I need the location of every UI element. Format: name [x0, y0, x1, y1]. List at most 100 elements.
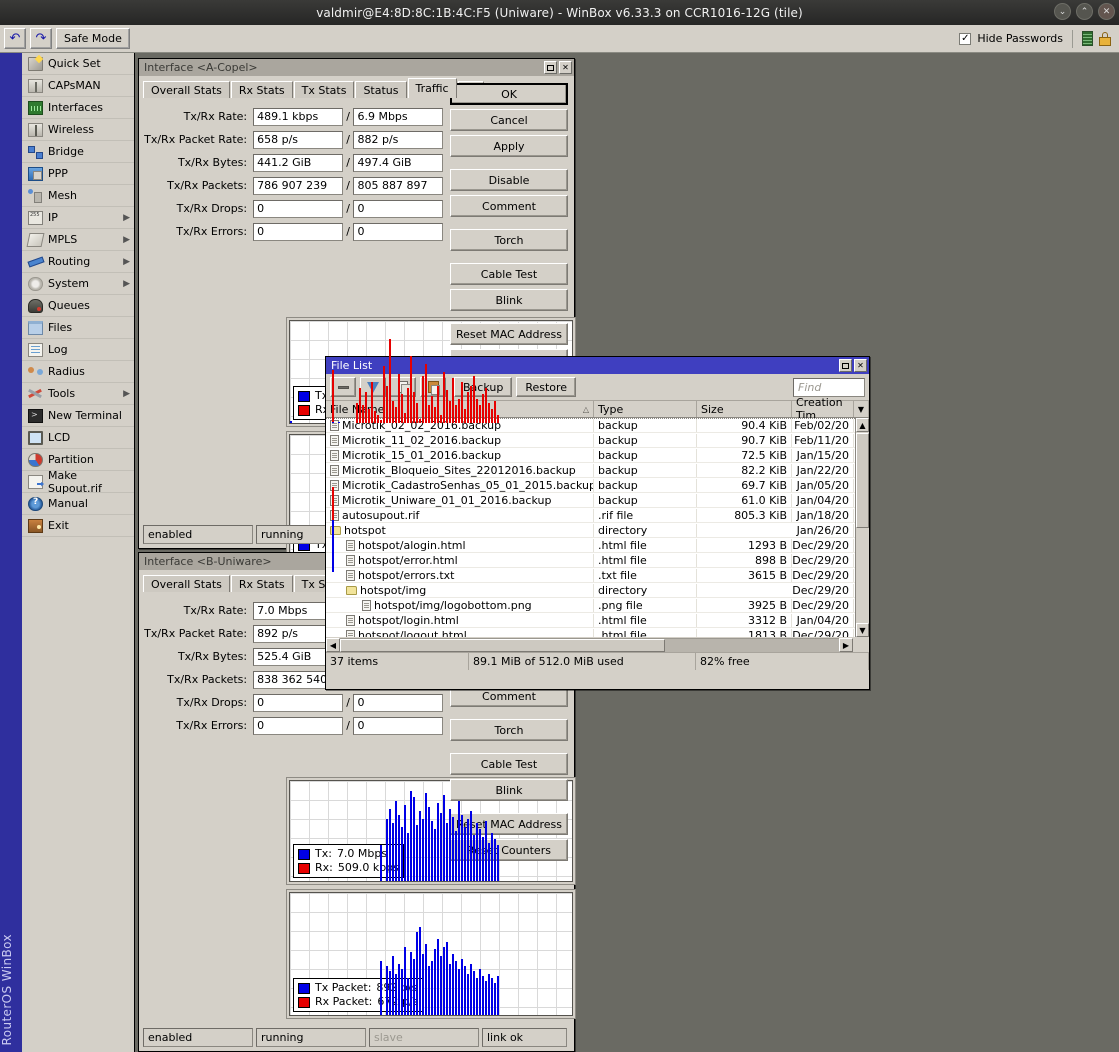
sidebar-item-interfaces[interactable]: Interfaces: [22, 97, 134, 119]
table-row[interactable]: hotspot/img/logobottom.png .png file 3925 …: [326, 598, 869, 613]
blink-button[interactable]: Blink: [450, 289, 568, 311]
apply-button[interactable]: Apply: [450, 135, 568, 157]
table-row[interactable]: Microtik_CadastroSenhas_05_01_2015.backu…: [326, 478, 869, 493]
scroll-thumb[interactable]: [856, 433, 869, 528]
sidebar-item-radius[interactable]: Radius: [22, 361, 134, 383]
field-tx-value[interactable]: 786 907 239: [253, 176, 343, 195]
column-header-creation-time[interactable]: Creation Tim: [792, 396, 854, 422]
column-header-size[interactable]: Size: [697, 401, 792, 417]
field-rx-value[interactable]: 0: [353, 222, 443, 241]
file-list-horizontal-scrollbar[interactable]: ◀ ▶: [326, 637, 869, 652]
field-rx-value[interactable]: 0: [353, 716, 443, 735]
field-tx-value[interactable]: 441.2 GiB: [253, 153, 343, 172]
field-tx-value[interactable]: 658 p/s: [253, 130, 343, 149]
comment-button[interactable]: Comment: [450, 195, 568, 217]
field-tx-value[interactable]: 0: [253, 693, 343, 712]
safe-mode-button[interactable]: Safe Mode: [56, 28, 130, 49]
table-row[interactable]: hotspot/error.html .html file 898 B Dec/29/…: [326, 553, 869, 568]
field-rx-value[interactable]: 0: [353, 199, 443, 218]
minimize-icon[interactable]: ⌄: [1054, 3, 1071, 20]
table-row[interactable]: Microtik_11_02_2016.backup backup 90.7 KiB…: [326, 433, 869, 448]
sidebar-item-wireless[interactable]: Wireless: [22, 119, 134, 141]
torch-button[interactable]: Torch: [450, 229, 568, 251]
field-tx-value[interactable]: 489.1 kbps: [253, 107, 343, 126]
close-icon[interactable]: ✕: [1098, 3, 1115, 20]
redo-button[interactable]: ↷: [30, 28, 52, 49]
interface-a-titlebar[interactable]: Interface <A-Copel> ✕: [139, 59, 574, 76]
sidebar-item-bridge[interactable]: Bridge: [22, 141, 134, 163]
reset-mac-address-button[interactable]: Reset MAC Address: [450, 323, 568, 345]
undo-button[interactable]: ↶: [4, 28, 26, 49]
field-rx-value[interactable]: 882 p/s: [353, 130, 443, 149]
sidebar-item-make-supout-rif[interactable]: Make Supout.rif: [22, 469, 134, 495]
field-tx-value[interactable]: 0: [253, 222, 343, 241]
file-list-vertical-scrollbar[interactable]: ▲ ▼: [855, 418, 869, 637]
table-row[interactable]: hotspot directory Jan/26/20: [326, 523, 869, 538]
field-tx-value[interactable]: 0: [253, 716, 343, 735]
scroll-up-icon[interactable]: ▲: [856, 418, 869, 432]
sidebar-item-queues[interactable]: Queues: [22, 295, 134, 317]
file-list-close-button[interactable]: ✕: [854, 359, 867, 372]
table-row[interactable]: Microtik_Uniware_01_01_2016.backup backup…: [326, 493, 869, 508]
scroll-right-icon[interactable]: ▶: [839, 638, 853, 652]
field-rx-value[interactable]: 805 887 897: [353, 176, 443, 195]
table-row[interactable]: hotspot/errors.txt .txt file 3615 B Dec/29/…: [326, 568, 869, 583]
hscroll-thumb[interactable]: [340, 639, 665, 652]
scroll-down-icon[interactable]: ▼: [856, 623, 869, 637]
cancel-button[interactable]: Cancel: [450, 109, 568, 131]
table-row[interactable]: hotspot/login.html .html file 3312 B Jan/04…: [326, 613, 869, 628]
sidebar-item-ip[interactable]: IP ▶: [22, 207, 134, 229]
tab-status[interactable]: Status: [355, 81, 407, 98]
tab-tx-stats[interactable]: Tx Stats: [293, 81, 355, 98]
sidebar-item-new-terminal[interactable]: New Terminal: [22, 405, 134, 427]
cable-test-button[interactable]: Cable Test: [450, 753, 568, 775]
field-rx-value[interactable]: 497.4 GiB: [353, 153, 443, 172]
disable-button[interactable]: Disable: [450, 169, 568, 191]
interface-a-restore-button[interactable]: [544, 61, 557, 74]
sidebar-item-exit[interactable]: Exit: [22, 515, 134, 537]
tab-overall-stats[interactable]: Overall Stats: [143, 575, 230, 592]
file-list-titlebar[interactable]: File List ✕: [326, 357, 869, 374]
tab-rx-stats[interactable]: Rx Stats: [230, 575, 293, 592]
hide-passwords-checkbox[interactable]: ✓: [959, 32, 972, 45]
table-row[interactable]: Microtik_15_01_2016.backup backup 72.5 KiB…: [326, 448, 869, 463]
column-options-icon[interactable]: ▼: [854, 401, 869, 417]
sidebar-item-quick-set[interactable]: Quick Set: [22, 53, 134, 75]
table-row[interactable]: hotspot/alogin.html .html file 1293 B Dec/2…: [326, 538, 869, 553]
tab-rx-stats[interactable]: Rx Stats: [230, 81, 293, 98]
sidebar-item-mpls[interactable]: MPLS ▶: [22, 229, 134, 251]
field-rx-value[interactable]: 0: [353, 693, 443, 712]
tab-traffic[interactable]: Traffic: [407, 78, 457, 98]
sidebar-item-log[interactable]: Log: [22, 339, 134, 361]
torch-button[interactable]: Torch: [450, 719, 568, 741]
hscroll-track[interactable]: [340, 638, 839, 652]
sidebar-item-routing[interactable]: Routing ▶: [22, 251, 134, 273]
blink-button[interactable]: Blink: [450, 779, 568, 801]
interface-a-close-button[interactable]: ✕: [559, 61, 572, 74]
restore-button[interactable]: Restore: [516, 377, 577, 397]
find-input[interactable]: Find: [793, 377, 865, 397]
sidebar-item-mesh[interactable]: Mesh: [22, 185, 134, 207]
sidebar-item-label: Log: [48, 343, 68, 356]
table-row[interactable]: hotspot/img directory Dec/29/20: [326, 583, 869, 598]
table-row[interactable]: autosupout.rif .rif file 805.3 KiB Jan/18/2…: [326, 508, 869, 523]
sidebar-item-tools[interactable]: Tools ▶: [22, 383, 134, 405]
sidebar-item-files[interactable]: Files: [22, 317, 134, 339]
field-rx-value[interactable]: 6.9 Mbps: [353, 107, 443, 126]
table-row[interactable]: hotspot/logout.html .html file 1813 B Dec/2…: [326, 628, 869, 637]
sidebar-item-lcd[interactable]: LCD: [22, 427, 134, 449]
cable-test-button[interactable]: Cable Test: [450, 263, 568, 285]
ok-button[interactable]: OK: [450, 83, 568, 105]
cell-size: 3312 B: [697, 613, 792, 627]
table-row[interactable]: Microtik_Bloqueio_Sites_22012016.backup b…: [326, 463, 869, 478]
column-header-type[interactable]: Type: [594, 401, 697, 417]
scroll-left-icon[interactable]: ◀: [326, 638, 340, 652]
tab-overall-stats[interactable]: Overall Stats: [143, 81, 230, 98]
field-tx-value[interactable]: 0: [253, 199, 343, 218]
sidebar-item-manual[interactable]: Manual: [22, 493, 134, 515]
file-list-restore-button[interactable]: [839, 359, 852, 372]
maximize-icon[interactable]: ⌃: [1076, 3, 1093, 20]
sidebar-item-capsman[interactable]: CAPsMAN: [22, 75, 134, 97]
sidebar-item-ppp[interactable]: PPP: [22, 163, 134, 185]
sidebar-item-system[interactable]: System ▶: [22, 273, 134, 295]
